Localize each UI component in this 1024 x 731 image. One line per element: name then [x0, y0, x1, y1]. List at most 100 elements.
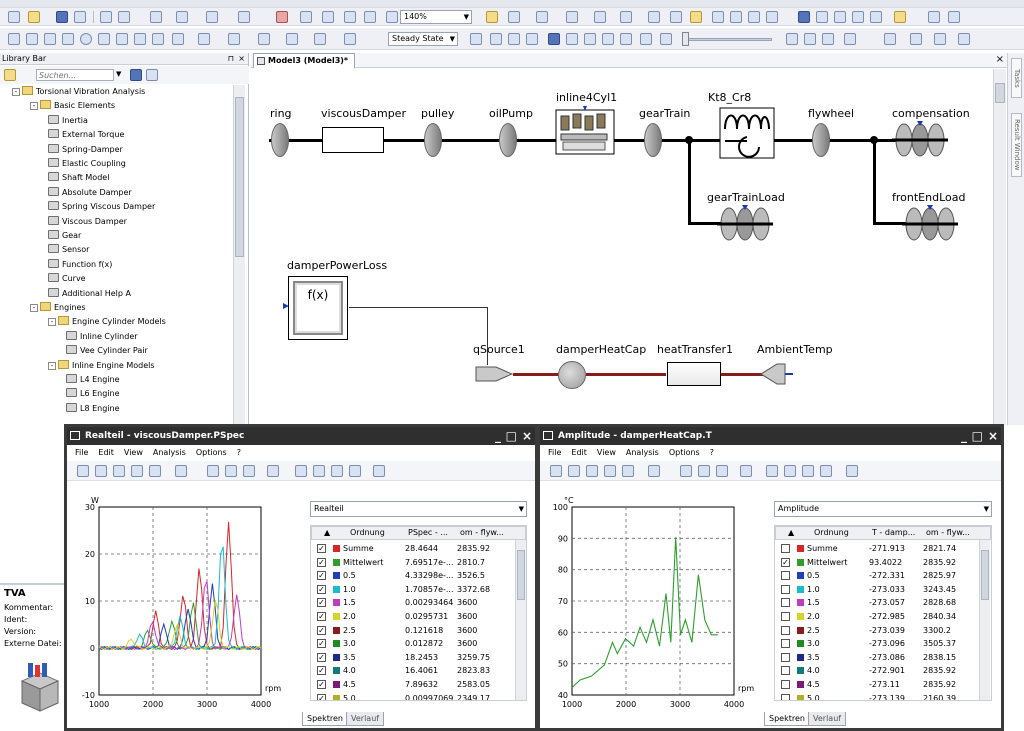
- oil-pump-inertia[interactable]: [499, 123, 517, 157]
- fy-icon[interactable]: [698, 465, 710, 477]
- series-checkbox[interactable]: [781, 680, 790, 689]
- table-row[interactable]: ✓ 1.0 1.70857e-... 3372.68: [311, 583, 511, 597]
- menu-analysis[interactable]: Analysis: [626, 448, 659, 457]
- marker-icon[interactable]: [267, 465, 279, 477]
- library-item[interactable]: - Basic Elements: [30, 99, 115, 113]
- series-checkbox[interactable]: ✓: [317, 584, 326, 594]
- plot-waterfall-icon[interactable]: [820, 465, 832, 477]
- table-row[interactable]: ✓ Mittelwert 93.4022 2835.92: [775, 556, 975, 570]
- text-tool-icon[interactable]: [134, 33, 146, 45]
- heat-transfer-block[interactable]: [667, 362, 721, 386]
- close-icon[interactable]: ×: [522, 428, 532, 444]
- dash-icon[interactable]: [286, 33, 298, 45]
- rectangle-tool-icon[interactable]: [62, 33, 74, 45]
- close-icon[interactable]: ×: [996, 54, 1004, 65]
- table-row[interactable]: ✓ 0.5 4.33298e-... 3526.5: [311, 569, 511, 583]
- chart-type-icon[interactable]: [648, 465, 660, 477]
- heat-source-icon[interactable]: [474, 363, 516, 385]
- series-checkbox[interactable]: ✓: [781, 557, 790, 567]
- menu-file[interactable]: File: [75, 448, 88, 457]
- series-checkbox[interactable]: ✓: [317, 652, 326, 662]
- expand-toggle-icon[interactable]: -: [48, 361, 56, 370]
- damper-power-loss-block[interactable]: f(x): [288, 276, 348, 340]
- fx-icon[interactable]: [207, 465, 219, 477]
- pulley-inertia[interactable]: [424, 123, 442, 157]
- library-item[interactable]: Spring Viscous Damper: [48, 200, 155, 214]
- cursor-icon[interactable]: [77, 465, 89, 477]
- front-end-load-icon[interactable]: [902, 205, 958, 243]
- table-row[interactable]: ✓ Mittelwert 7.69517e-... 2810.7: [311, 556, 511, 570]
- fx-icon[interactable]: [680, 465, 692, 477]
- paste-icon[interactable]: [150, 11, 162, 23]
- mirror-icon[interactable]: [536, 11, 548, 23]
- print-icon[interactable]: [74, 11, 86, 23]
- series-checkbox[interactable]: ✓: [317, 557, 326, 567]
- menu-edit[interactable]: Edit: [571, 448, 587, 457]
- series-checkbox[interactable]: ✓: [317, 612, 326, 621]
- undo-icon[interactable]: [568, 465, 580, 477]
- table-row[interactable]: ✓ 2.5 0.121618 3600: [311, 624, 511, 638]
- minimize-icon[interactable]: _: [495, 428, 501, 444]
- tab-spektren[interactable]: Spektren: [764, 712, 810, 726]
- info-icon[interactable]: [852, 11, 864, 23]
- plot-area-icon[interactable]: [784, 465, 796, 477]
- table-row[interactable]: Summe -271.913 2821.74: [775, 542, 975, 556]
- table-row[interactable]: 2.0 -272.985 2840.34: [775, 610, 975, 624]
- sort-arrow-icon[interactable]: ▲: [788, 527, 794, 539]
- plot-bar-icon[interactable]: [802, 465, 814, 477]
- color-grid-icon[interactable]: [276, 11, 288, 23]
- tab-spektren[interactable]: Spektren: [302, 712, 348, 726]
- fxy-icon[interactable]: [716, 465, 728, 477]
- library-item[interactable]: - Engines: [30, 301, 86, 315]
- pattern-icon[interactable]: [258, 33, 270, 45]
- menu-view[interactable]: View: [124, 448, 143, 457]
- stop-icon[interactable]: [712, 11, 724, 23]
- gear-train-load-icon[interactable]: [717, 205, 773, 243]
- series-checkbox[interactable]: [781, 544, 790, 553]
- list-view-icon[interactable]: [146, 69, 158, 81]
- time-slider-thumb[interactable]: [682, 32, 689, 46]
- series-checkbox[interactable]: [781, 612, 790, 621]
- zoom-options-icon[interactable]: [844, 33, 856, 45]
- marker-icon[interactable]: [740, 465, 752, 477]
- crosshair-icon[interactable]: [948, 11, 960, 23]
- help-icon[interactable]: [798, 11, 810, 23]
- rotate-icon[interactable]: [508, 11, 520, 23]
- model-scrollbar[interactable]: [993, 69, 1006, 425]
- menu-help[interactable]: ?: [710, 448, 714, 457]
- table-row[interactable]: ✓ 2.0 0.0295731 3600: [311, 610, 511, 624]
- table-row[interactable]: ✓ 3.5 18.2453 3259.75: [311, 651, 511, 665]
- grid-icon[interactable]: [300, 11, 312, 23]
- home-icon[interactable]: [894, 11, 906, 23]
- series-checkbox[interactable]: [781, 693, 790, 700]
- tab-model3[interactable]: Model3 (Model3)*: [253, 53, 356, 68]
- maximize-icon[interactable]: □: [506, 428, 517, 444]
- series-checkbox[interactable]: [781, 652, 790, 662]
- column-header[interactable]: om - flyw...: [460, 527, 504, 539]
- ring-inertia[interactable]: [271, 123, 289, 157]
- mode-combo[interactable]: Steady State ▼: [388, 32, 458, 46]
- scrollbar-thumb[interactable]: [995, 83, 1005, 103]
- fill-color-icon[interactable]: [228, 33, 240, 45]
- redo-icon[interactable]: [586, 465, 598, 477]
- table-row[interactable]: ✓ Summe 28.4644 2835.92: [311, 542, 511, 556]
- series-checkbox[interactable]: ✓: [317, 571, 326, 581]
- undo-icon[interactable]: [176, 11, 188, 23]
- axis-icon[interactable]: [622, 465, 634, 477]
- scrollbar-thumb[interactable]: [517, 550, 525, 600]
- context-help-icon[interactable]: [870, 11, 882, 23]
- close-icon[interactable]: ×: [238, 53, 245, 65]
- engine-block-icon[interactable]: [555, 106, 615, 156]
- folder-icon[interactable]: [4, 69, 16, 81]
- table-row[interactable]: ✓ 4.5 7.89632 2583.05: [311, 678, 511, 692]
- step-back-icon[interactable]: [490, 33, 502, 45]
- table-row[interactable]: 1.5 -273.057 2828.68: [775, 596, 975, 610]
- library-item[interactable]: External Torque: [48, 128, 124, 142]
- pin-icon[interactable]: ⊓: [228, 53, 234, 65]
- menu-edit[interactable]: Edit: [98, 448, 114, 457]
- window-icon[interactable]: [884, 33, 896, 45]
- rewind-icon[interactable]: [548, 33, 560, 45]
- series-checkbox[interactable]: ✓: [317, 625, 326, 635]
- line-style-icon[interactable]: [172, 33, 184, 45]
- new-icon[interactable]: [8, 11, 20, 23]
